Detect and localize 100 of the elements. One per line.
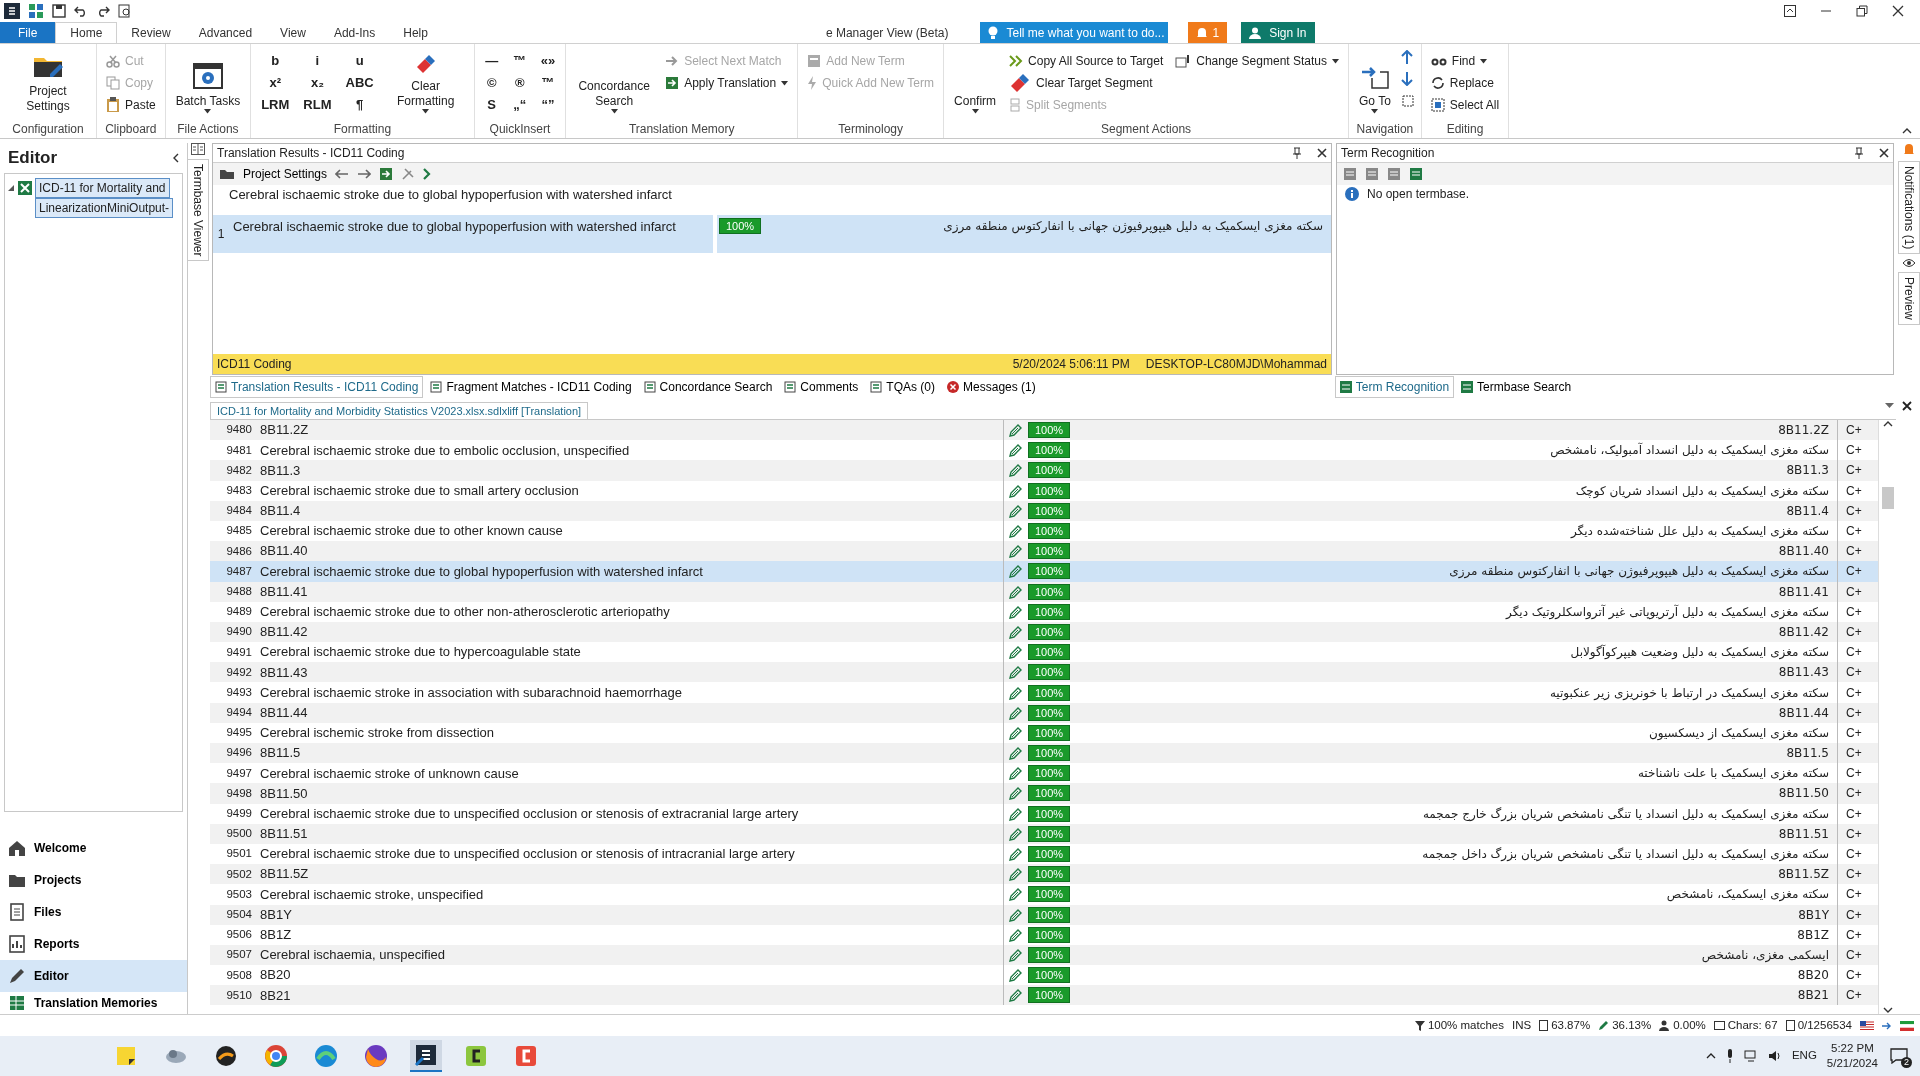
ribbon-tab[interactable]: Home bbox=[55, 22, 118, 43]
ribbon-button[interactable]: Paste bbox=[103, 94, 159, 116]
target-text[interactable]: 8B11.5 bbox=[1096, 743, 1838, 764]
toolbar-icon[interactable] bbox=[1343, 167, 1357, 181]
close-icon[interactable] bbox=[1317, 148, 1327, 158]
wave-icon[interactable] bbox=[313, 1043, 339, 1069]
panel-tab[interactable]: TQAs (0) bbox=[865, 376, 941, 398]
ribbon-tab[interactable]: e Manager View (Beta) bbox=[811, 22, 963, 43]
panel-tab[interactable]: Comments bbox=[779, 376, 864, 398]
target-text[interactable]: سکته مغزی ایسکمیک به دلیل انسداد شریان کوچک bbox=[1096, 480, 1838, 501]
up-arrow-icon[interactable] bbox=[1400, 50, 1413, 64]
ribbon-button[interactable]: Concordance Search bbox=[572, 50, 657, 116]
nav-item[interactable]: Projects bbox=[0, 864, 187, 896]
ribbon-button[interactable]: Select All bbox=[1427, 94, 1503, 116]
swirl-icon[interactable] bbox=[213, 1043, 239, 1069]
ribbon-button[interactable]: Replace bbox=[1427, 72, 1503, 94]
browser-icon[interactable] bbox=[263, 1043, 289, 1069]
target-text[interactable]: سکته مغزی ایسکمیک، نامشخص bbox=[1096, 884, 1838, 905]
ribbon-button[interactable]: Copy All Source to Target bbox=[1006, 50, 1167, 72]
target-text[interactable]: 8B1Z bbox=[1096, 924, 1838, 945]
down-arrow-icon[interactable] bbox=[1400, 72, 1413, 86]
microphone-icon[interactable] bbox=[1725, 1049, 1734, 1063]
panel-tab[interactable]: Term Recognition bbox=[1334, 376, 1455, 398]
toolbar-icon[interactable] bbox=[1387, 167, 1401, 181]
scroll-up-icon[interactable] bbox=[1882, 420, 1893, 427]
side-tab[interactable]: Preview bbox=[1898, 272, 1920, 326]
apply-icon[interactable] bbox=[379, 167, 394, 181]
back-arrow-icon[interactable] bbox=[335, 169, 350, 179]
toolbar-icon[interactable] bbox=[1365, 167, 1379, 181]
target-text[interactable]: ایسکمی مغزی، نامشخص bbox=[1096, 944, 1838, 966]
format-button[interactable]: x² bbox=[257, 72, 294, 94]
ribbon-button[interactable]: Clear Formatting bbox=[383, 50, 468, 116]
side-tab[interactable]: Notifications (1) bbox=[1898, 161, 1920, 255]
panel-tab[interactable]: Termbase Search bbox=[1456, 376, 1577, 398]
format-button[interactable]: x₂ bbox=[299, 72, 336, 94]
save-icon[interactable] bbox=[52, 4, 66, 18]
pin-window-icon[interactable] bbox=[1784, 5, 1796, 17]
target-text[interactable]: 8B1Y bbox=[1096, 904, 1838, 925]
settings-button[interactable]: Project Settings bbox=[219, 165, 328, 183]
panel-tab[interactable]: Fragment Matches - ICD11 Coding bbox=[425, 376, 637, 398]
ribbon-button[interactable]: Clear Target Segment bbox=[1006, 72, 1167, 94]
format-button[interactable]: „“ bbox=[508, 94, 531, 116]
target-text[interactable]: 8B11.4 bbox=[1096, 500, 1838, 521]
ribbon-tab[interactable]: Help bbox=[389, 22, 442, 43]
ribbon-button[interactable]: Confirm bbox=[950, 50, 1001, 116]
format-button[interactable]: ABC bbox=[341, 72, 378, 94]
scroll-thumb[interactable] bbox=[1881, 487, 1894, 509]
collapse-left-icon[interactable] bbox=[172, 152, 179, 163]
ribbon-button[interactable]: Batch Tasks bbox=[171, 50, 245, 116]
c-app-icon[interactable] bbox=[463, 1043, 489, 1069]
format-button[interactable]: u bbox=[341, 50, 378, 72]
format-button[interactable]: ™ bbox=[508, 50, 531, 72]
tell-me-field[interactable]: Tell me what you want to do... bbox=[980, 22, 1169, 43]
termbase-icon[interactable] bbox=[1409, 167, 1423, 181]
speaker-icon[interactable] bbox=[1767, 1050, 1782, 1062]
dropdown-icon[interactable] bbox=[1885, 403, 1894, 409]
format-button[interactable]: © bbox=[480, 72, 503, 94]
ribbon-tab[interactable]: Add-Ins bbox=[319, 22, 390, 43]
panel-tab[interactable]: Translation Results - ICD11 Coding bbox=[210, 376, 424, 398]
collapse-icon[interactable] bbox=[1902, 127, 1912, 134]
format-button[interactable]: «» bbox=[536, 50, 560, 72]
target-text[interactable]: 8B11.41 bbox=[1096, 581, 1838, 602]
pin-icon[interactable] bbox=[1855, 147, 1863, 159]
nav-item[interactable]: Files bbox=[0, 896, 187, 928]
nav-item[interactable]: Reports bbox=[0, 928, 187, 960]
preview-icon[interactable] bbox=[118, 4, 132, 18]
target-text[interactable]: 8B11.43 bbox=[1096, 662, 1838, 683]
ribbon-tab[interactable]: Advanced bbox=[184, 22, 267, 43]
nav-item[interactable]: Welcome bbox=[0, 832, 187, 864]
c-editor-app-icon[interactable] bbox=[513, 1043, 539, 1069]
ribbon-tab[interactable]: Review bbox=[117, 22, 185, 43]
chevron-up-icon[interactable] bbox=[1705, 1053, 1716, 1059]
notification-button[interactable]: 2 bbox=[1888, 1046, 1910, 1066]
scroll-down-icon[interactable] bbox=[1882, 1007, 1893, 1014]
format-button[interactable]: ® bbox=[508, 72, 531, 94]
close-icon[interactable] bbox=[1892, 5, 1904, 17]
s-app-icon[interactable] bbox=[413, 1042, 439, 1068]
target-text[interactable]: سکته مغزی ایسکمیک به دلیل هیپوپرفیوژن جهانی با انفارکتوس منطقه مرزی bbox=[1096, 561, 1838, 582]
network-icon[interactable] bbox=[1743, 1050, 1758, 1062]
nav-item[interactable]: Editor bbox=[0, 960, 187, 992]
format-button[interactable]: b bbox=[257, 50, 294, 72]
restore-icon[interactable] bbox=[1856, 5, 1868, 17]
target-text[interactable]: 8B11.2Z bbox=[1096, 420, 1838, 441]
target-text[interactable]: 8B21 bbox=[1096, 985, 1838, 1006]
target-text[interactable]: 8B11.42 bbox=[1096, 621, 1838, 643]
format-button[interactable]: RLM bbox=[299, 94, 336, 116]
ribbon-tab[interactable]: File bbox=[0, 22, 56, 43]
next-icon[interactable] bbox=[423, 168, 432, 180]
sign-in-button[interactable]: Sign In bbox=[1241, 22, 1315, 43]
ribbon-button[interactable]: Find bbox=[1427, 50, 1503, 72]
close-icon[interactable] bbox=[1879, 148, 1889, 158]
document-tab[interactable]: ICD-11 for Mortality and Morbidity Statistics V2023.xlsx.sdlxliff [Translation] bbox=[210, 401, 589, 419]
ribbon-tab[interactable]: View bbox=[266, 22, 320, 43]
ribbon-button[interactable]: Change Segment Status bbox=[1172, 50, 1342, 72]
tree-item[interactable]: ICD-11 for Mortality and bbox=[35, 177, 170, 198]
target-text[interactable]: 8B11.3 bbox=[1096, 460, 1838, 481]
target-text[interactable]: 8B11.51 bbox=[1096, 823, 1838, 844]
format-button[interactable]: ¶ bbox=[341, 94, 378, 116]
pin-icon[interactable] bbox=[1293, 147, 1301, 159]
ribbon-button[interactable]: Go To bbox=[1355, 50, 1395, 116]
